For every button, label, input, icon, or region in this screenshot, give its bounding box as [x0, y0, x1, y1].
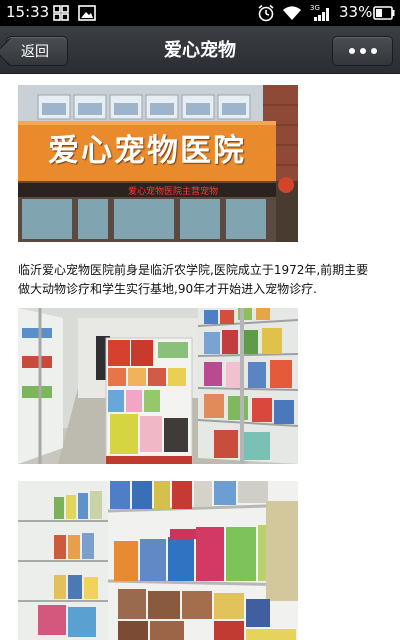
wifi-icon — [283, 6, 301, 20]
back-button-label: 返回 — [21, 44, 49, 60]
article-paragraph: 临沂爱心宠物医院前身是临沂农学院,医院成立于1972年,前期主要做大动物诊疗和学… — [18, 263, 369, 296]
status-time: 15:33 — [6, 3, 50, 21]
back-button[interactable]: 返回 — [6, 36, 68, 66]
storefront-photo: 爱心宠物医院 爱心宠物医院主营宠物 — [18, 85, 298, 242]
store-interior-photo — [18, 308, 298, 464]
signal-icon — [314, 8, 329, 21]
page-title: 爱心宠物 — [164, 40, 236, 61]
article-content: 爱心宠物医院 爱心宠物医院主营宠物 临沂爱心宠物医院前身是临沂农学院,医院成立于… — [0, 75, 400, 640]
status-bar: 15:33 3G 33% — [0, 0, 400, 26]
alarm-icon — [258, 4, 274, 22]
battery-percent: 33% — [339, 3, 373, 21]
grid-icon — [53, 5, 69, 21]
title-bar: 返回 爱心宠物 — [0, 26, 400, 74]
battery-icon — [373, 6, 395, 20]
more-button[interactable] — [332, 36, 393, 66]
more-dots-icon — [348, 48, 355, 54]
store-sign-text: 爱心宠物医院 — [48, 133, 246, 169]
led-banner-text: 爱心宠物医院主营宠物 — [128, 187, 219, 197]
pet-food-shelf-photo — [18, 481, 298, 640]
image-icon — [78, 5, 96, 21]
